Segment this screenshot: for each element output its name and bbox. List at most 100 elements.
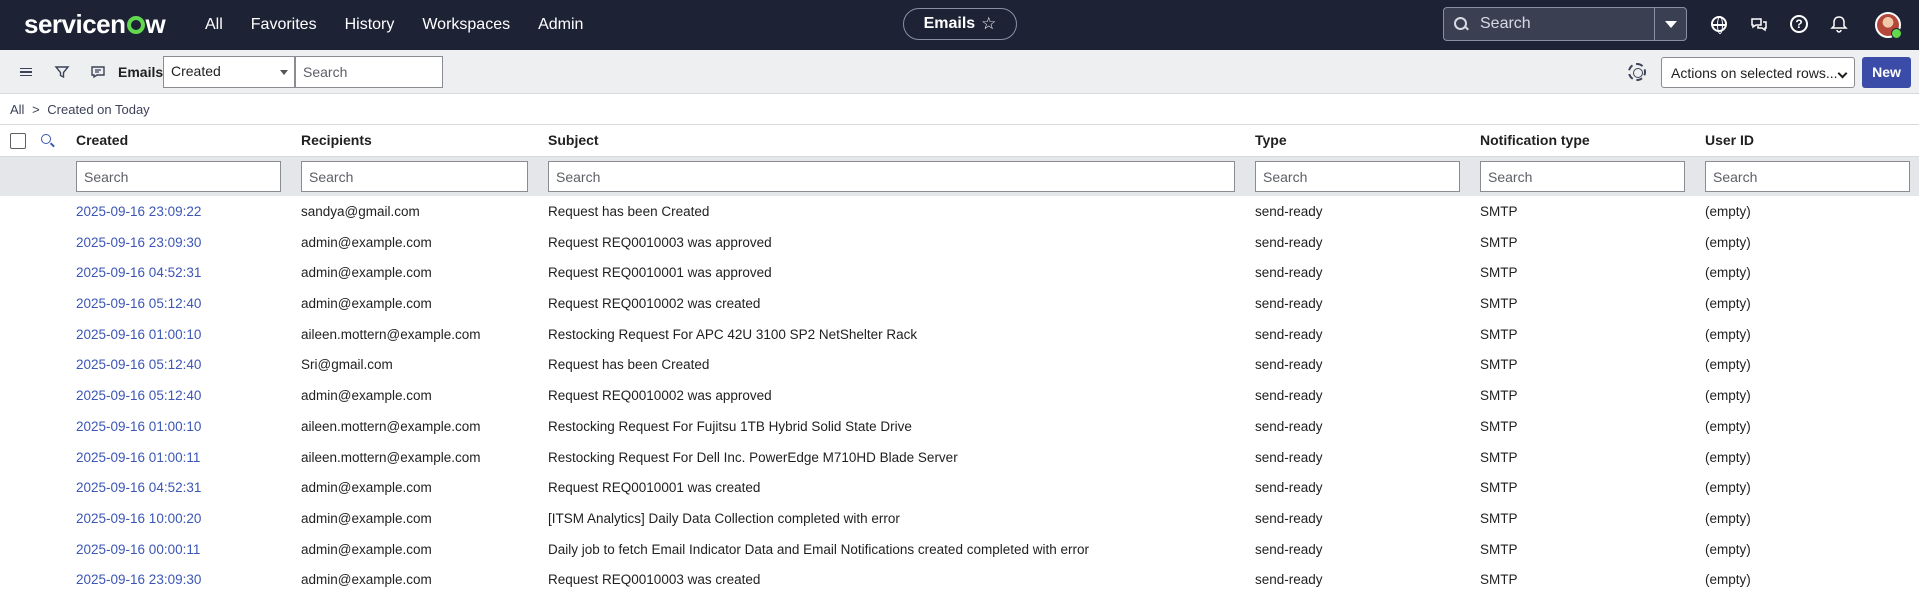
table-row[interactable]: 2025-09-16 05:12:40 Sri@gmail.com Request … xyxy=(0,349,1919,380)
globe-icon[interactable] xyxy=(1709,14,1729,34)
chat-icon[interactable] xyxy=(1749,14,1769,34)
table-row[interactable]: 2025-09-16 23:09:30 admin@example.com Requ… xyxy=(0,227,1919,258)
created-cell[interactable]: 2025-09-16 01:00:10 xyxy=(76,419,201,434)
column-search-row: Search Search Search Search Search Searc… xyxy=(0,157,1919,196)
created-cell[interactable]: 2025-09-16 23:09:22 xyxy=(76,204,201,219)
filter-icon[interactable] xyxy=(52,62,72,82)
subject-cell: Restocking Request For APC 42U 3100 SP2 … xyxy=(548,326,918,342)
recipients-cell: admin@example.com xyxy=(301,296,432,312)
created-cell[interactable]: 2025-09-16 05:12:40 xyxy=(76,388,201,403)
actions-select[interactable]: Actions on selected rows... xyxy=(1661,57,1855,88)
main-menu: All Favorites History Workspaces Admin xyxy=(205,0,611,50)
recipients-cell: Sri@gmail.com xyxy=(301,357,393,373)
user-id-cell: (empty) xyxy=(1705,265,1751,281)
user-id-cell: (empty) xyxy=(1705,234,1751,250)
notification-type-cell: SMTP xyxy=(1480,480,1518,496)
user-id-cell: (empty) xyxy=(1705,480,1751,496)
column-header-created[interactable]: Created xyxy=(76,132,128,148)
created-cell[interactable]: 2025-09-16 04:52:31 xyxy=(76,480,201,495)
recipients-search-input[interactable]: Search xyxy=(301,161,528,192)
breadcrumb-condition[interactable]: Created on Today xyxy=(47,102,149,117)
bell-icon[interactable] xyxy=(1829,14,1849,34)
column-header-notification-type[interactable]: Notification type xyxy=(1480,132,1590,148)
search-icon xyxy=(1454,17,1468,31)
table-row[interactable]: 2025-09-16 01:00:11 aileen.mottern@exampl… xyxy=(0,442,1919,473)
menu-admin[interactable]: Admin xyxy=(538,16,583,34)
activity-stream-icon[interactable] xyxy=(88,62,108,82)
subject-cell: Request REQ0010001 was approved xyxy=(548,265,772,281)
created-cell[interactable]: 2025-09-16 10:00:20 xyxy=(76,511,201,526)
created-cell[interactable]: 2025-09-16 01:00:11 xyxy=(76,450,200,465)
table-row[interactable]: 2025-09-16 10:00:20 admin@example.com [ITS… xyxy=(0,503,1919,534)
user-id-cell: (empty) xyxy=(1705,388,1751,404)
type-cell: send-ready xyxy=(1255,204,1323,219)
user-id-cell: (empty) xyxy=(1705,541,1751,557)
notification-type-cell: SMTP xyxy=(1480,265,1518,281)
column-header-type[interactable]: Type xyxy=(1255,132,1287,148)
list-search-input[interactable]: Search xyxy=(295,56,443,88)
column-header-user-id[interactable]: User ID xyxy=(1705,132,1754,148)
recipients-cell: admin@example.com xyxy=(301,510,432,526)
subject-search-input[interactable]: Search xyxy=(548,161,1235,192)
type-cell: send-ready xyxy=(1255,265,1323,281)
search-icon[interactable] xyxy=(41,134,55,148)
created-cell[interactable]: 2025-09-16 00:00:11 xyxy=(76,542,200,557)
star-icon[interactable]: ☆ xyxy=(981,14,996,34)
table-row[interactable]: 2025-09-16 05:12:40 admin@example.com Requ… xyxy=(0,288,1919,319)
list-menu-icon[interactable] xyxy=(16,62,36,82)
type-cell: send-ready xyxy=(1255,357,1323,373)
table-row[interactable]: 2025-09-16 04:52:31 admin@example.com Requ… xyxy=(0,257,1919,288)
subject-cell: Restocking Request For Dell Inc. PowerEd… xyxy=(548,449,958,465)
subject-cell: Request REQ0010001 was created xyxy=(548,480,761,496)
search-scope-dropdown[interactable] xyxy=(1654,8,1686,40)
table-row[interactable]: 2025-09-16 01:00:10 aileen.mottern@exampl… xyxy=(0,319,1919,350)
type-search-input[interactable]: Search xyxy=(1255,161,1460,192)
recipients-cell: admin@example.com xyxy=(301,388,432,404)
help-icon[interactable]: ? xyxy=(1789,14,1809,34)
search-field-select[interactable]: Created xyxy=(163,56,295,88)
user-id-search-input[interactable]: Search xyxy=(1705,161,1910,192)
menu-history[interactable]: History xyxy=(345,16,395,34)
type-cell: send-ready xyxy=(1255,234,1323,250)
select-all-checkbox[interactable] xyxy=(10,133,26,149)
chevron-down-icon xyxy=(1664,20,1677,28)
created-cell[interactable]: 2025-09-16 05:12:40 xyxy=(76,357,201,372)
new-button[interactable]: New xyxy=(1862,57,1911,88)
table-row[interactable]: 2025-09-16 05:12:40 admin@example.com Requ… xyxy=(0,380,1919,411)
global-search-input[interactable]: Search xyxy=(1480,15,1654,33)
table-row[interactable]: 2025-09-16 00:00:11 admin@example.com Dail… xyxy=(0,534,1919,565)
notification-type-cell: SMTP xyxy=(1480,388,1518,404)
menu-workspaces[interactable]: Workspaces xyxy=(422,16,510,34)
context-title-pill[interactable]: Emails ☆ xyxy=(903,8,1017,40)
table-body: 2025-09-16 23:09:22 sandya@gmail.com Reque… xyxy=(0,196,1919,595)
created-search-input[interactable]: Search xyxy=(76,161,281,192)
notification-type-search-input[interactable]: Search xyxy=(1480,161,1685,192)
list-title: Emails xyxy=(118,64,164,80)
gear-icon[interactable] xyxy=(1628,63,1646,81)
user-avatar[interactable] xyxy=(1875,12,1902,39)
created-cell[interactable]: 2025-09-16 23:09:30 xyxy=(76,235,201,250)
chevron-down-icon xyxy=(280,70,288,75)
menu-favorites[interactable]: Favorites xyxy=(251,16,317,34)
created-cell[interactable]: 2025-09-16 05:12:40 xyxy=(76,296,201,311)
menu-all[interactable]: All xyxy=(205,16,223,34)
user-id-cell: (empty) xyxy=(1705,296,1751,312)
user-id-cell: (empty) xyxy=(1705,510,1751,526)
type-cell: send-ready xyxy=(1255,449,1323,465)
created-cell[interactable]: 2025-09-16 04:52:31 xyxy=(76,265,201,280)
global-search[interactable]: Search xyxy=(1443,7,1687,41)
table-row[interactable]: 2025-09-16 23:09:22 sandya@gmail.com Reque… xyxy=(0,196,1919,227)
user-id-cell: (empty) xyxy=(1705,326,1751,342)
recipients-cell: sandya@gmail.com xyxy=(301,204,420,219)
column-header-subject[interactable]: Subject xyxy=(548,132,599,148)
table-row[interactable]: 2025-09-16 04:52:31 admin@example.com Requ… xyxy=(0,472,1919,503)
column-header-recipients[interactable]: Recipients xyxy=(301,132,372,148)
created-cell[interactable]: 2025-09-16 01:00:10 xyxy=(76,327,201,342)
subject-cell: Request has been Created xyxy=(548,204,710,219)
servicenow-logo[interactable]: servicen w xyxy=(24,9,166,40)
breadcrumb-all[interactable]: All xyxy=(10,102,24,117)
table-row[interactable]: 2025-09-16 01:00:10 aileen.mottern@exampl… xyxy=(0,411,1919,442)
user-id-cell: (empty) xyxy=(1705,204,1751,219)
recipients-cell: aileen.mottern@example.com xyxy=(301,449,481,465)
recipients-cell: admin@example.com xyxy=(301,265,432,281)
